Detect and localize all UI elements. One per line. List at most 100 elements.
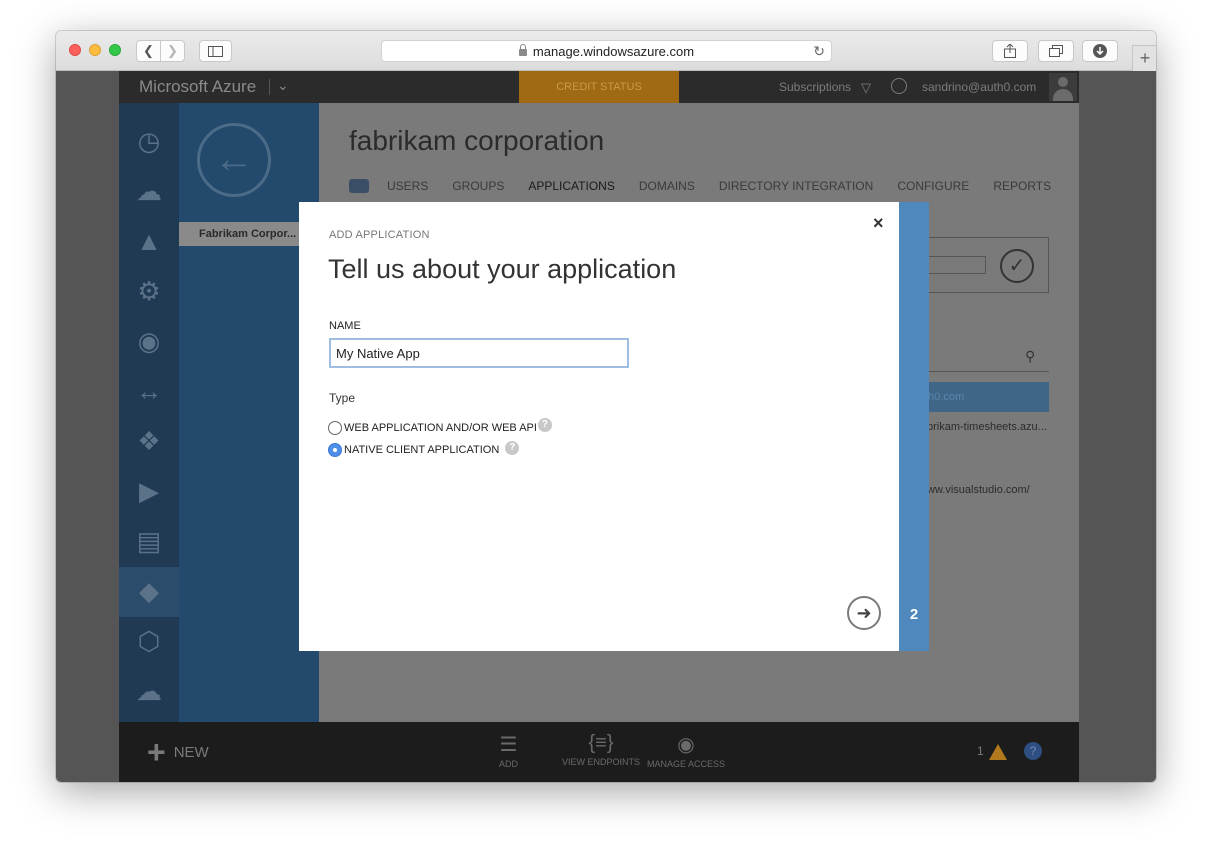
- zoom-window-button[interactable]: [109, 44, 121, 56]
- warning-icon: [989, 744, 1008, 760]
- type-label: Type: [329, 391, 356, 405]
- close-window-button[interactable]: [69, 44, 81, 56]
- manage-access-button[interactable]: ◉ MANAGE ACCESS: [647, 732, 725, 769]
- azure-brand[interactable]: Microsoft Azure: [139, 77, 256, 97]
- address-bar[interactable]: manage.windowsazure.com ↻: [381, 40, 832, 62]
- show-tabs-button[interactable]: [1038, 40, 1074, 62]
- share-icon: [1004, 44, 1016, 58]
- new-button[interactable]: + NEW: [147, 734, 209, 770]
- page-viewport: Microsoft Azure ⌄ CREDIT STATUS Subscrip…: [56, 71, 1156, 782]
- warning-indicator[interactable]: 1: [977, 744, 1008, 760]
- directory-tabs: USERS GROUPS APPLICATIONS DOMAINS DIRECT…: [349, 179, 1075, 193]
- add-list-icon: ☰: [499, 734, 518, 756]
- browser-toolbar: ❮ ❯ manage.windowsazure.com ↻ +: [56, 31, 1156, 71]
- credit-status-button[interactable]: CREDIT STATUS: [519, 71, 679, 103]
- table-row-selected[interactable]: th0.com: [919, 382, 1049, 412]
- tabs-icon: [1049, 45, 1063, 57]
- remoteapp-icon[interactable]: ▶: [131, 473, 167, 509]
- add-label: ADD: [499, 759, 519, 769]
- check-icon[interactable]: ✓: [1000, 249, 1034, 283]
- add-application-dialog: × ADD APPLICATION Tell us about your app…: [299, 202, 899, 651]
- manage-access-label: MANAGE ACCESS: [647, 759, 726, 769]
- url-text: manage.windowsazure.com: [532, 43, 695, 59]
- biztalk-icon[interactable]: ❖: [131, 423, 167, 459]
- dialog-section-label: ADD APPLICATION: [329, 229, 430, 241]
- user-email[interactable]: sandrino@auth0.com: [922, 80, 1036, 94]
- name-label: NAME: [329, 320, 361, 332]
- table-row[interactable]: ww.visualstudio.com/: [927, 484, 1030, 496]
- forward-button[interactable]: ❯: [160, 40, 185, 62]
- globe-icon[interactable]: [891, 78, 907, 94]
- name-input[interactable]: [329, 338, 629, 368]
- subscriptions-link[interactable]: Subscriptions: [779, 80, 851, 94]
- tab-directory-integration[interactable]: DIRECTORY INTEGRATION: [719, 179, 873, 193]
- add-button[interactable]: ☰ ADD: [499, 732, 518, 769]
- sidebar-icon: [208, 45, 223, 57]
- search-icon[interactable]: ⚲: [1025, 348, 1035, 365]
- chevron-right-icon: ❯: [167, 43, 178, 58]
- help-question-icon[interactable]: ?: [505, 441, 520, 455]
- lock-icon: [518, 43, 527, 56]
- table-row[interactable]: brikam-timesheets.azu...: [927, 421, 1047, 433]
- tab-reports[interactable]: REPORTS: [993, 179, 1051, 193]
- plus-icon: +: [147, 734, 166, 770]
- step-number: 2: [909, 606, 919, 623]
- automation-icon[interactable]: ⬡: [131, 623, 167, 659]
- tab-domains[interactable]: DOMAINS: [639, 179, 695, 193]
- tab-configure[interactable]: CONFIGURE: [897, 179, 969, 193]
- cloud-upload-icon[interactable]: ☁: [131, 673, 167, 709]
- cloud-service-icon[interactable]: ☁: [131, 173, 167, 209]
- azure-header: Microsoft Azure ⌄ CREDIT STATUS Subscrip…: [119, 71, 1079, 103]
- directory-title: fabrikam corporation: [349, 125, 605, 156]
- chevron-left-icon: ❮: [143, 43, 154, 58]
- native-client-radio[interactable]: [328, 443, 342, 457]
- help-question-icon[interactable]: ?: [537, 418, 552, 432]
- wizard-step-bar: 2: [899, 202, 929, 651]
- tab-applications[interactable]: APPLICATIONS: [528, 179, 614, 193]
- tab-groups[interactable]: GROUPS: [452, 179, 504, 193]
- command-bar: + NEW ☰ ADD {≡} VIEW ENDPOINTS ◉ MANAGE …: [119, 722, 1079, 782]
- help-icon[interactable]: ?: [1024, 742, 1042, 760]
- brand-divider: [269, 79, 270, 95]
- quick-input[interactable]: [919, 256, 986, 274]
- view-endpoints-button[interactable]: {≡} VIEW ENDPOINTS: [562, 732, 640, 767]
- browser-window: ❮ ❯ manage.windowsazure.com ↻ + Microsof…: [56, 31, 1156, 782]
- share-button[interactable]: [992, 40, 1028, 62]
- tab-users[interactable]: USERS: [387, 179, 428, 193]
- subnav-item-fabrikam[interactable]: Fabrikam Corpor...: [179, 222, 319, 246]
- minimize-window-button[interactable]: [89, 44, 101, 56]
- azure-left-nav: ◷ ☁ ▲ ⚙ ◉ ↔ ❖ ▶ ▤ ◆ ⬡ ☁: [119, 103, 179, 722]
- machine-learning-icon[interactable]: ▲: [131, 223, 167, 259]
- next-arrow-button[interactable]: ➜: [847, 596, 881, 630]
- scheduler-icon[interactable]: ◷: [131, 123, 167, 159]
- hdinsight-icon[interactable]: ◉: [131, 323, 167, 359]
- avatar[interactable]: [1049, 73, 1077, 101]
- api-management-icon[interactable]: ↔: [131, 373, 167, 409]
- filter-icon[interactable]: ▽: [861, 80, 871, 96]
- storsimple-icon[interactable]: ▤: [131, 523, 167, 559]
- web-application-option[interactable]: WEB APPLICATION AND/OR WEB API ?: [328, 418, 552, 435]
- endpoints-icon: {≡}: [588, 732, 614, 754]
- settings-gear-icon[interactable]: ⚙: [131, 273, 167, 309]
- location-pin-icon: ◉: [677, 734, 695, 756]
- back-button[interactable]: ❮: [136, 40, 161, 62]
- azure-subnav: ← Fabrikam Corpor...: [179, 103, 319, 722]
- chevron-down-icon[interactable]: ⌄: [277, 77, 289, 94]
- sidebar-toggle-button[interactable]: [199, 40, 232, 62]
- native-client-option[interactable]: NATIVE CLIENT APPLICATION ?: [328, 441, 520, 457]
- arrow-right-icon: ➜: [856, 603, 872, 623]
- warning-count: 1: [977, 744, 984, 759]
- back-arrow-icon[interactable]: ←: [197, 123, 271, 197]
- web-application-radio[interactable]: [328, 421, 342, 435]
- dialog-title: Tell us about your application: [328, 254, 677, 284]
- download-icon: [1093, 44, 1107, 58]
- reload-icon[interactable]: ↻: [813, 43, 825, 60]
- native-client-label[interactable]: NATIVE CLIENT APPLICATION: [344, 444, 499, 456]
- active-directory-icon[interactable]: ◆: [131, 573, 167, 609]
- web-application-label[interactable]: WEB APPLICATION AND/OR WEB API: [344, 422, 537, 434]
- close-icon[interactable]: ×: [873, 213, 884, 234]
- downloads-button[interactable]: [1082, 40, 1118, 62]
- new-tab-button[interactable]: +: [1132, 45, 1156, 71]
- view-endpoints-label: VIEW ENDPOINTS: [562, 757, 641, 767]
- directory-icon[interactable]: [349, 179, 369, 193]
